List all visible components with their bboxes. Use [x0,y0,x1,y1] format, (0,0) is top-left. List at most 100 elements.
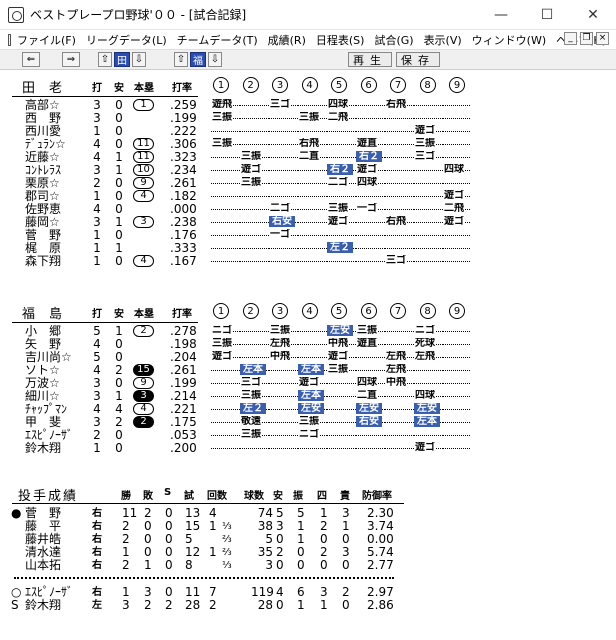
dotted-leader [443,448,471,449]
inning-result [443,242,471,254]
batter-name[interactable]: 近藤☆ [25,151,60,163]
at-bats: 2 [93,428,101,442]
mdi-close-button[interactable]: × [596,32,609,45]
batter-name[interactable]: ソト☆ [25,364,60,376]
minimize-button[interactable]: — [478,0,524,30]
batter-name[interactable]: 栗原☆ [25,177,60,189]
batter-name[interactable]: 藤岡☆ [25,216,60,228]
batter-name[interactable]: 小 郷 [25,325,61,337]
batter-row: ｴｽﾋﾟﾉｰｻﾞ 2 0 .053 三振 ニゴ [0,429,616,441]
pitching-header: 敗 [143,491,153,502]
batter-name[interactable]: 万波☆ [25,377,60,389]
menu-stats[interactable]: 成績(R) [268,32,306,48]
batter-name[interactable]: ｺﾝﾄﾚﾗｽ [25,164,61,176]
menu-league-data[interactable]: リーグデータ(L) [86,32,167,48]
mdi-restore-button[interactable]: ❐ [580,32,593,45]
inning-result [269,364,298,376]
batter-name[interactable]: 細川☆ [25,390,60,402]
save-button[interactable]: 保存 [396,52,440,67]
dotted-leader [443,157,471,158]
batter-name[interactable]: 西 野 [25,112,61,124]
inning-result [443,429,471,441]
menu-team-data[interactable]: チームデータ(T) [177,32,258,48]
pitcher-name[interactable]: 山本拓 [25,559,61,572]
inning-result [443,151,471,163]
batter-name[interactable]: 鈴木翔 [25,442,61,454]
inning-result [269,390,298,402]
inning-result: 右安 [269,216,298,228]
batter-name[interactable]: ﾁｬｯﾌﾟﾏﾝ [25,403,67,415]
batter-row: 甲 斐 3 2 2.175 敬遠 三振 右安 左本 [0,416,616,428]
team2-button[interactable]: 福 [190,52,206,67]
batter-name[interactable]: ﾃﾞｭﾗﾝ☆ [25,138,66,150]
menu-game[interactable]: 試合(G) [374,32,413,48]
team1-down-button[interactable]: ⇩ [132,52,146,67]
dotted-leader [211,170,240,171]
batter-name[interactable]: 矢 野 [25,338,61,350]
batter-name[interactable]: 森下翔 [25,255,61,267]
menu-view[interactable]: 表示(V) [424,32,462,48]
next-game-button[interactable]: ⇒ [62,52,80,67]
pitcher-row: 清水達右 1 0 0 12 1 ⅔ 35 2 0 2 3 5.74 [0,546,616,559]
batter-name[interactable]: 高部☆ [25,99,60,111]
inning-result [298,325,327,337]
menu-window[interactable]: ウィンドウ(W) [472,32,546,48]
inning-result [269,242,298,254]
innings-fraction: ⅔ [222,534,232,545]
batter-name[interactable]: 西川愛 [25,125,61,137]
replay-button[interactable]: 再生 [348,52,392,67]
team1-up-button[interactable]: ⇧ [98,52,112,67]
inning-result [269,112,298,124]
maximize-button[interactable]: ☐ [524,0,570,30]
team2-up-button[interactable]: ⇧ [174,52,188,67]
at-bats: 1 [93,441,101,455]
menu-schedule[interactable]: 日程表(S) [316,32,365,48]
pitcher-name[interactable]: 鈴木翔 [25,599,61,612]
result-text: 左本 [298,390,324,401]
inning-result [356,125,385,137]
inning-result [240,125,269,137]
at-bat-results: 三ゴ 遊ゴ 四球 中飛 [211,377,471,389]
result-text: 三振 [211,112,233,123]
batter-name[interactable]: 梶 原 [25,242,61,254]
inning-result [240,216,269,228]
hits: 0 [115,428,123,442]
dotted-leader [414,183,443,184]
prev-game-button[interactable]: ⇐ [22,52,40,67]
inning-result [240,242,269,254]
dotted-leader [240,357,269,358]
inning-result: 遊ゴ [327,216,356,228]
batter-name[interactable]: 菅 野 [25,229,61,241]
mdi-minimize-button[interactable]: _ [564,32,577,45]
inning-result: 左安 [356,403,385,415]
home-run-count: 3 [133,216,154,228]
document-icon[interactable] [8,33,12,46]
inning-result: 三振 [240,390,269,402]
at-bats: 1 [93,124,101,138]
team2-down-button[interactable]: ⇩ [208,52,222,67]
batter-name[interactable]: 甲 斐 [25,416,61,428]
inning-result [298,216,327,228]
menu-file[interactable]: ファイル(F) [17,32,76,48]
batter-name[interactable]: 郡司☆ [25,190,60,202]
inning-result [414,255,443,267]
close-button[interactable]: ✕ [570,0,616,30]
result-text: 三振 [414,138,436,149]
inning-result [385,416,414,428]
saves: 2 [165,598,173,612]
batting-average: .053 [170,428,197,442]
inning-result: 二ゴ [327,177,356,189]
inning-result: 死球 [414,338,443,350]
batter-name[interactable]: 吉川尚☆ [25,351,72,363]
batting-average-header: 打率 [172,309,192,320]
dotted-leader [327,131,356,132]
batter-row: ﾁｬｯﾌﾟﾏﾝ 4 4 4.221 左２ 左安 左安 左安 [0,403,616,415]
inning-result [356,255,385,267]
batter-name[interactable]: ｴｽﾋﾟﾉｰｻﾞ [25,429,73,441]
inning-number: 6 [360,77,377,93]
batter-name[interactable]: 佐野恵 [25,203,61,215]
home-runs-header: 本塁 [134,309,154,320]
result-text: 四球 [327,99,349,110]
inning-result [356,442,385,454]
team1-button[interactable]: 田 [114,52,130,67]
